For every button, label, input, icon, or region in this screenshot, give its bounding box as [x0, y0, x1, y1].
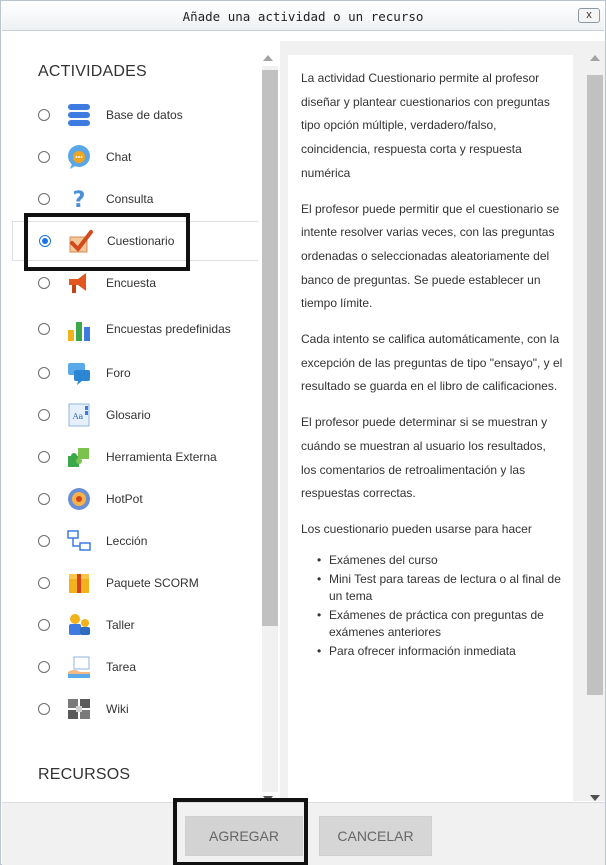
question-icon: ?: [66, 186, 92, 213]
description-bullet-list: Exámenes del curso Mini Test para tareas…: [301, 552, 563, 660]
list-item: Mini Test para tareas de lectura o al fi…: [317, 571, 563, 605]
activity-label: Lección: [106, 534, 148, 548]
activity-label: Taller: [106, 618, 135, 632]
activity-item-leccion[interactable]: Lección: [12, 521, 258, 561]
activity-item-paquete-scorm[interactable]: Paquete SCORM: [12, 563, 258, 603]
radio-button[interactable]: [38, 409, 50, 421]
radio-button[interactable]: [38, 193, 50, 205]
cancel-button[interactable]: CANCELAR: [319, 816, 432, 856]
activity-label: Consulta: [106, 192, 154, 206]
activity-item-hotpot[interactable]: HotPot: [12, 479, 258, 519]
scroll-up-arrow-icon[interactable]: [590, 55, 600, 61]
wiki-icon: [66, 696, 92, 722]
bar-chart-icon: [66, 316, 92, 342]
add-button[interactable]: AGREGAR: [185, 816, 303, 856]
activities-scrollbar[interactable]: [260, 55, 279, 802]
activity-label: Chat: [106, 150, 132, 164]
radio-button[interactable]: [38, 451, 50, 463]
description-paragraph: El profesor puede determinar si se muest…: [301, 415, 548, 501]
activity-label: Encuesta: [106, 276, 157, 290]
activity-chooser-dialog: Añade una actividad o un recurso x ACTIV…: [0, 0, 606, 865]
activity-item-glosario[interactable]: Aa Glosario: [12, 395, 258, 435]
radio-button[interactable]: [38, 277, 50, 289]
assignment-icon: [66, 654, 92, 680]
activity-item-foro[interactable]: Foro: [12, 353, 258, 393]
activity-label: Cuestionario: [107, 234, 175, 248]
description-paragraph: El profesor puede permitir que el cuesti…: [301, 201, 560, 311]
database-icon: [66, 102, 92, 128]
activity-label: Wiki: [106, 702, 129, 716]
activity-item-encuestas-predefinidas[interactable]: Encuestas predefinidas: [12, 305, 258, 353]
section-heading-activities: ACTIVIDADES: [38, 63, 147, 80]
activity-label: Encuestas predefinidas: [106, 322, 231, 336]
radio-button[interactable]: [38, 109, 50, 121]
activity-item-herramienta-externa[interactable]: Herramienta Externa: [12, 437, 258, 477]
chat-icon: [66, 144, 92, 170]
list-item: Exámenes del curso: [317, 552, 563, 569]
radio-button-selected[interactable]: [39, 235, 51, 247]
activity-label: Tarea: [106, 660, 137, 674]
activity-label: HotPot: [106, 492, 143, 506]
description-paragraph: La actividad Cuestionario permite al pro…: [301, 71, 550, 180]
forum-icon: [66, 360, 92, 386]
svg-text:?: ?: [73, 188, 86, 212]
dialog-title: Añade una actividad o un recurso: [182, 9, 424, 24]
hotpot-icon: [66, 486, 92, 512]
package-icon: [66, 570, 92, 596]
puzzle-icon: [66, 444, 92, 470]
scroll-up-arrow-icon[interactable]: [263, 55, 273, 61]
description-paragraph: Los cuestionario pueden usarse para hace…: [301, 521, 532, 536]
lesson-icon: [66, 528, 92, 554]
description-text: La actividad Cuestionario permite al pro…: [288, 55, 573, 801]
activities-list-panel: ACTIVIDADES Base de datos Chat ? Consult…: [12, 41, 258, 801]
activity-label: Herramienta Externa: [106, 450, 217, 464]
activity-item-chat[interactable]: Chat: [12, 137, 258, 177]
glossary-icon: Aa: [66, 402, 92, 428]
list-item: Para ofrecer información inmediata: [317, 643, 563, 660]
activity-item-consulta[interactable]: ? Consulta: [12, 179, 258, 219]
radio-button[interactable]: [38, 619, 50, 631]
scrollbar-thumb[interactable]: [587, 75, 603, 695]
radio-button[interactable]: [38, 367, 50, 379]
close-button[interactable]: x: [578, 8, 600, 23]
workshop-icon: [66, 612, 92, 638]
radio-button[interactable]: [38, 703, 50, 715]
dialog-titlebar: Añade una actividad o un recurso x: [2, 2, 604, 31]
activity-label: Foro: [106, 366, 131, 380]
section-heading-resources: RECURSOS: [38, 766, 131, 783]
radio-button[interactable]: [38, 661, 50, 673]
description-paragraph: Cada intento se califica automáticamente…: [301, 332, 563, 394]
list-item: Exámenes de práctica con preguntas de ex…: [317, 607, 563, 641]
radio-button[interactable]: [38, 535, 50, 547]
activity-item-base-de-datos[interactable]: Base de datos: [12, 95, 258, 135]
activity-item-tarea[interactable]: Tarea: [12, 647, 258, 687]
activity-item-encuesta[interactable]: Encuesta: [12, 263, 258, 303]
activity-item-cuestionario[interactable]: Cuestionario: [12, 221, 258, 261]
dialog-footer: AGREGAR CANCELAR: [2, 802, 605, 865]
activity-label: Base de datos: [106, 108, 183, 122]
activity-label: Paquete SCORM: [106, 576, 199, 590]
description-panel: La actividad Cuestionario permite al pro…: [280, 41, 605, 801]
quiz-checkmark-icon: [67, 228, 93, 254]
activity-item-taller[interactable]: Taller: [12, 605, 258, 645]
activity-item-wiki[interactable]: Wiki: [12, 689, 258, 729]
radio-button[interactable]: [38, 323, 50, 335]
description-scrollbar[interactable]: [586, 55, 604, 801]
scroll-down-arrow-icon[interactable]: [590, 795, 600, 801]
scrollbar-thumb[interactable]: [262, 70, 278, 626]
svg-text:Aa: Aa: [72, 412, 84, 421]
radio-button[interactable]: [38, 577, 50, 589]
activity-label: Glosario: [106, 408, 151, 422]
radio-button[interactable]: [38, 151, 50, 163]
megaphone-icon: [66, 270, 92, 296]
radio-button[interactable]: [38, 493, 50, 505]
